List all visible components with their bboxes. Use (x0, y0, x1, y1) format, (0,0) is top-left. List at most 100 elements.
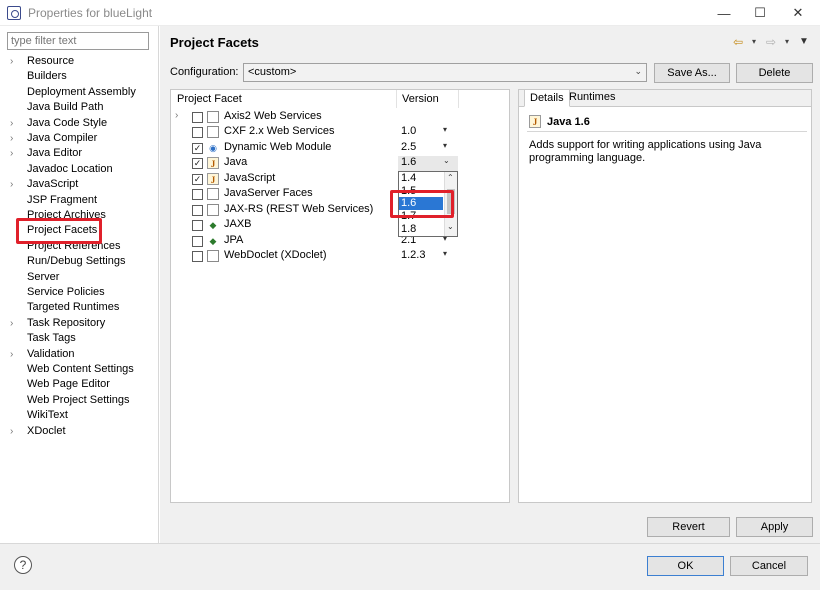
nav-item[interactable]: Web Content Settings (10, 363, 155, 378)
nav-item[interactable]: Web Project Settings (10, 394, 155, 409)
facet-row[interactable]: ✓ ◉ Dynamic Web Module 2.5 ▾ (175, 141, 465, 156)
nav-item[interactable]: › Java Code Style (10, 117, 155, 132)
tab-runtimes[interactable]: Runtimes (564, 89, 620, 107)
nav-item[interactable]: Targeted Runtimes (10, 301, 155, 316)
nav-item[interactable]: Task Tags (10, 332, 155, 347)
view-menu-icon[interactable]: ▼ (799, 36, 809, 47)
version-dropdown-icon[interactable]: ⌄ (443, 156, 450, 165)
maximize-button[interactable]: ☐ (742, 0, 778, 26)
facet-version[interactable]: 1.0 (401, 125, 416, 137)
facet-checkbox[interactable] (192, 204, 203, 216)
chevron-right-icon[interactable]: › (10, 133, 27, 144)
eclipse-app-icon (7, 6, 21, 20)
chevron-right-icon[interactable]: › (10, 426, 27, 437)
nav-item[interactable]: Builders (10, 70, 155, 85)
filter-input[interactable] (7, 32, 149, 50)
facet-checkbox[interactable] (192, 251, 203, 263)
chevron-right-icon[interactable]: › (10, 318, 27, 329)
version-dropdown-icon[interactable]: ▾ (443, 141, 447, 150)
nav-item[interactable]: JSP Fragment (10, 194, 155, 209)
facet-checkbox[interactable]: ✓ (192, 142, 203, 154)
nav-item[interactable]: Run/Debug Settings (10, 255, 155, 270)
nav-item[interactable]: Javadoc Location (10, 163, 155, 178)
facet-row[interactable]: WebDoclet (XDoclet) 1.2.3 ▾ (175, 249, 465, 264)
nav-item-label: Web Page Editor (27, 378, 110, 391)
nav-item-label: Builders (27, 70, 67, 83)
nav-item[interactable]: Deployment Assembly (10, 86, 155, 101)
nav-item-label: Java Build Path (27, 101, 104, 114)
facet-checkbox[interactable] (192, 220, 203, 232)
nav-item[interactable]: Java Build Path (10, 101, 155, 116)
nav-item[interactable]: WikiText (10, 409, 155, 424)
facet-checkbox[interactable] (192, 112, 203, 123)
facet-checkbox[interactable]: ✓ (192, 173, 203, 185)
facet-name: Axis2 Web Services (224, 110, 322, 122)
facet-row[interactable]: CXF 2.x Web Services 1.0 ▾ (175, 125, 465, 140)
nav-item-label: Run/Debug Settings (27, 255, 126, 268)
facet-name: JavaServer Faces (224, 187, 313, 200)
facet-version[interactable]: 1.6 (401, 156, 416, 168)
delete-button[interactable]: Delete (736, 63, 813, 83)
forward-menu-chevron-icon[interactable]: ▾ (785, 37, 789, 46)
close-button[interactable]: ✕ (780, 0, 816, 26)
facet-checkbox[interactable] (192, 235, 203, 247)
back-menu-chevron-icon[interactable]: ▾ (752, 37, 756, 46)
forward-arrow-icon[interactable]: ⇨ (766, 35, 776, 49)
facet-row[interactable]: ✓ J Java 1.6 ⌄ (175, 156, 465, 171)
ok-button[interactable]: OK (647, 556, 724, 576)
column-header-facet[interactable]: Project Facet (177, 93, 242, 105)
page-title: Project Facets (170, 35, 259, 50)
page-icon (207, 188, 219, 201)
version-option[interactable]: 1.4 (399, 172, 443, 185)
facet-name: JPA (224, 233, 244, 246)
nav-item[interactable]: › Resource (10, 55, 155, 70)
version-dropdown-icon[interactable]: ▾ (443, 125, 447, 134)
configuration-select[interactable]: <custom> ⌄ (243, 63, 647, 82)
version-dropdown-icon[interactable]: ▾ (443, 249, 447, 258)
minimize-button[interactable]: — (706, 0, 742, 26)
chevron-right-icon[interactable]: › (175, 110, 187, 121)
window-title: Properties for blueLight (28, 6, 153, 20)
chevron-right-icon[interactable]: › (10, 349, 27, 360)
cancel-button[interactable]: Cancel (730, 556, 808, 576)
details-description: Adds support for writing applications us… (529, 139, 762, 164)
facet-row[interactable]: › Axis2 Web Services (175, 110, 465, 125)
nav-item[interactable]: › Validation (10, 348, 155, 363)
save-as-button[interactable]: Save As... (654, 63, 730, 83)
version-option[interactable]: 1.8 (399, 223, 443, 236)
page-icon (207, 203, 219, 216)
chevron-right-icon[interactable]: › (10, 118, 27, 129)
nav-item[interactable]: › Task Repository (10, 317, 155, 332)
help-icon[interactable]: ? (14, 556, 32, 574)
column-header-version[interactable]: Version (402, 93, 439, 105)
nav-item[interactable]: Service Policies (10, 286, 155, 301)
revert-button[interactable]: Revert (647, 517, 730, 537)
chevron-right-icon[interactable]: › (10, 179, 27, 190)
nav-item-label: Java Compiler (27, 132, 98, 144)
scroll-down-icon[interactable]: ⌄ (447, 222, 454, 231)
facet-checkbox[interactable]: ✓ (192, 158, 203, 170)
facet-checkbox[interactable] (192, 127, 203, 139)
scroll-up-icon[interactable]: ⌃ (447, 173, 454, 182)
java-icon: J (529, 115, 541, 128)
page-icon (207, 250, 219, 263)
nav-item-label: Service Policies (27, 286, 105, 298)
nav-item[interactable]: › Java Compiler (10, 132, 155, 147)
nav-item[interactable]: › JavaScript (10, 178, 155, 193)
nav-item-label: Web Project Settings (27, 393, 130, 406)
facet-version[interactable]: 2.5 (401, 141, 416, 153)
nav-item[interactable]: Web Page Editor (10, 378, 155, 393)
nav-item[interactable]: › Java Editor (10, 147, 155, 162)
facet-checkbox[interactable] (192, 189, 203, 201)
chevron-right-icon[interactable]: › (10, 56, 27, 67)
details-title: Java 1.6 (547, 116, 590, 128)
nav-item[interactable]: › XDoclet (10, 425, 155, 440)
apply-button[interactable]: Apply (736, 517, 813, 537)
nav-item-label: XDoclet (27, 424, 66, 437)
version-highlight (390, 190, 454, 218)
chevron-right-icon[interactable]: › (10, 148, 27, 159)
back-arrow-icon[interactable]: ⇦ (733, 35, 743, 49)
nav-item[interactable]: Server (10, 271, 155, 286)
facet-version[interactable]: 1.2.3 (401, 249, 425, 261)
tab-details[interactable]: Details (524, 89, 570, 107)
